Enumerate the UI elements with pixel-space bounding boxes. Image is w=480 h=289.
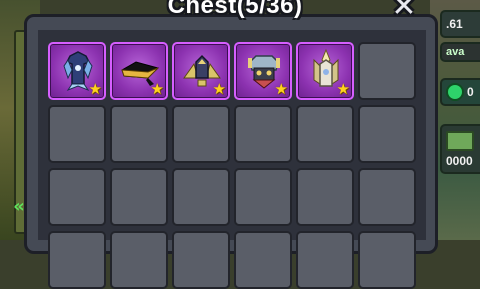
chest-slot-10[interactable] (234, 105, 292, 163)
chest-slot-18[interactable] (358, 168, 416, 226)
chest-slot-2[interactable]: ★ (110, 42, 168, 100)
chest-slot-6[interactable] (358, 42, 416, 100)
rarity-star-icon: ★ (212, 80, 226, 98)
chest-slot-16[interactable] (234, 168, 292, 226)
stat-chip-top: .61 (440, 10, 480, 38)
cash-icon (446, 130, 474, 151)
chest-grid: ★ ★ ★ ★ ★ (48, 42, 416, 289)
rarity-star-icon: ★ (88, 80, 102, 98)
collapse-arrows-icon[interactable]: « (8, 196, 30, 218)
chest-slot-15[interactable] (172, 168, 230, 226)
close-button[interactable]: ✕ (384, 0, 424, 24)
stat-chip-green[interactable]: 0 (440, 78, 480, 106)
cash-amount: 0000 (446, 153, 473, 168)
chest-slot-11[interactable] (296, 105, 354, 163)
chest-slot-5[interactable]: ★ (296, 42, 354, 100)
chest-slot-3[interactable]: ★ (172, 42, 230, 100)
chest-slot-8[interactable] (110, 105, 168, 163)
stat-chip-label: ava (440, 42, 480, 62)
chest-slot-13[interactable] (48, 168, 106, 226)
rarity-star-icon: ★ (150, 80, 164, 98)
stat-chip-green-value: 0 (467, 85, 474, 99)
cash-chip[interactable]: 0000 (440, 124, 480, 174)
chest-slot-12[interactable] (358, 105, 416, 163)
chest-slot-1[interactable]: ★ (48, 42, 106, 100)
chest-slot-14[interactable] (110, 168, 168, 226)
rarity-star-icon: ★ (336, 80, 350, 98)
chest-slot-17[interactable] (296, 168, 354, 226)
rarity-star-icon: ★ (274, 80, 288, 98)
chest-slot-4[interactable]: ★ (234, 42, 292, 100)
stat-chip-top-value: .61 (446, 17, 463, 31)
green-gem-icon (446, 83, 464, 101)
chest-slot-7[interactable] (48, 105, 106, 163)
chest-title: Chest(5/36) (167, 0, 303, 19)
stat-chip-label-text: ava (446, 46, 465, 58)
chest-slot-9[interactable] (172, 105, 230, 163)
